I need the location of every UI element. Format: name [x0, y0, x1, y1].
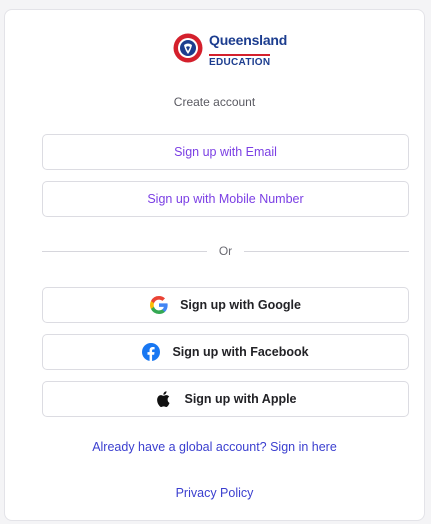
divider-line-right	[244, 250, 409, 252]
or-divider: Or	[42, 244, 409, 258]
sign-up-google-button[interactable]: Sign up with Google	[42, 287, 409, 323]
sign-up-google-label: Sign up with Google	[180, 298, 301, 312]
apple-icon	[154, 390, 172, 408]
sign-in-link[interactable]: Already have a global account? Sign in h…	[5, 440, 424, 454]
create-account-heading: Create account	[173, 95, 256, 109]
sign-up-apple-label: Sign up with Apple	[184, 392, 297, 406]
privacy-policy-link[interactable]: Privacy Policy	[5, 486, 424, 500]
sign-up-mobile-button[interactable]: Sign up with Mobile Number	[42, 181, 409, 217]
google-icon	[150, 296, 168, 314]
sign-up-facebook-label: Sign up with Facebook	[172, 345, 309, 359]
logo-subtitle: EDUCATION	[209, 54, 271, 68]
divider-label: Or	[218, 244, 233, 258]
sign-up-facebook-button[interactable]: Sign up with Facebook	[42, 334, 409, 370]
facebook-icon	[142, 343, 161, 361]
logo-wordmark: Queensland	[209, 32, 288, 48]
sign-up-mobile-label: Sign up with Mobile Number	[147, 192, 304, 206]
queensland-education-logo: Queensland EDUCATION	[173, 32, 287, 68]
sign-up-email-label: Sign up with Email	[174, 145, 277, 159]
divider-line-left	[42, 250, 207, 252]
signup-card: Queensland EDUCATION Create account Sign…	[4, 9, 425, 521]
queensland-seal-icon	[173, 33, 203, 63]
sign-up-email-button[interactable]: Sign up with Email	[42, 134, 409, 170]
sign-up-apple-button[interactable]: Sign up with Apple	[42, 381, 409, 417]
